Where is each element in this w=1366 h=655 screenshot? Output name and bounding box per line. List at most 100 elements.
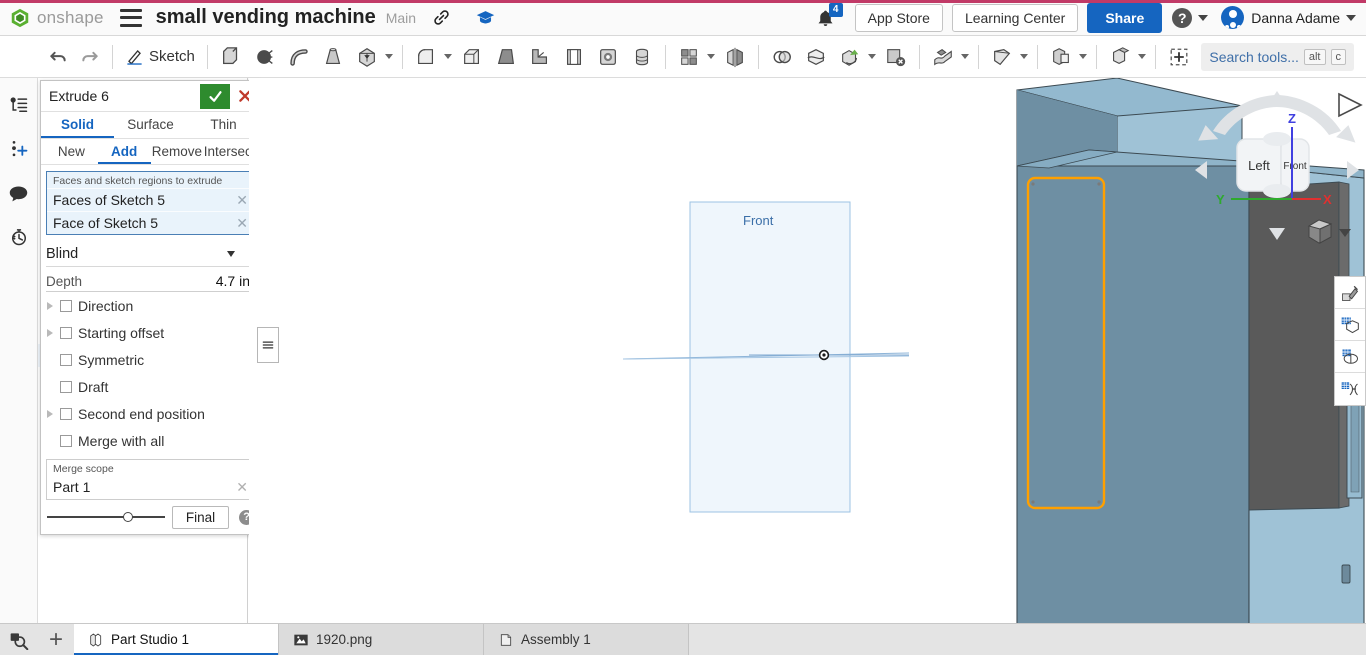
merge-scope-row[interactable]: Part 1 ✕ xyxy=(47,475,254,499)
extrude-option-draft[interactable]: Draft xyxy=(41,373,260,400)
hole-icon[interactable] xyxy=(591,40,625,74)
transform-icon[interactable] xyxy=(833,40,867,74)
sheet-metal-icon[interactable] xyxy=(926,40,960,74)
rib-icon[interactable] xyxy=(523,40,557,74)
depth-field[interactable]: Depth 4.7 in xyxy=(46,273,250,292)
extrude-op-tab-add[interactable]: Add xyxy=(98,139,151,164)
thicken-icon[interactable] xyxy=(350,40,384,74)
derived-icon[interactable] xyxy=(1044,40,1078,74)
sweep-icon[interactable] xyxy=(282,40,316,74)
appearance-icon[interactable] xyxy=(1335,277,1365,309)
add-tab-button[interactable]: + xyxy=(38,624,74,655)
comments-icon[interactable] xyxy=(2,176,36,210)
checkbox[interactable] xyxy=(60,408,72,420)
extrude-option-starting-offset[interactable]: Starting offset xyxy=(41,319,260,346)
extrude-type-tab-surface[interactable]: Surface xyxy=(114,112,187,138)
help-chevron-down-icon[interactable] xyxy=(1198,15,1208,21)
search-tab-icon[interactable] xyxy=(0,624,38,655)
plane-chevron-down-icon[interactable] xyxy=(1020,54,1028,59)
user-name-label[interactable]: Danna Adame xyxy=(1251,10,1340,26)
merge-scope-remove-icon[interactable]: ✕ xyxy=(236,479,248,496)
split-icon[interactable] xyxy=(799,40,833,74)
context-mini-menu[interactable] xyxy=(257,327,279,363)
plane-icon[interactable] xyxy=(985,40,1019,74)
pattern-icon[interactable] xyxy=(672,40,706,74)
thicken-chevron-down-icon[interactable] xyxy=(385,54,393,59)
view-cube[interactable]: Left Front Z X Y xyxy=(1189,83,1365,255)
document-tab[interactable]: Assembly 1 xyxy=(484,624,689,655)
document-tab[interactable]: Part Studio 1 xyxy=(74,624,279,655)
extrude-type-tab-solid[interactable]: Solid xyxy=(41,112,114,138)
user-chevron-down-icon[interactable] xyxy=(1346,15,1356,21)
insert-part-icon[interactable] xyxy=(1162,40,1196,74)
app-store-button[interactable]: App Store xyxy=(855,4,943,32)
slider-knob[interactable] xyxy=(123,512,133,522)
onshape-logo-icon[interactable] xyxy=(9,7,31,29)
derived-chevron-down-icon[interactable] xyxy=(1079,54,1087,59)
checkbox[interactable] xyxy=(60,354,72,366)
explode-icon[interactable] xyxy=(1335,373,1365,405)
section-view-icon[interactable] xyxy=(1335,341,1365,373)
merge-scope-box[interactable]: Merge scope Part 1 ✕ xyxy=(46,459,255,500)
extrude-option-merge-with-all[interactable]: Merge with all xyxy=(41,427,260,454)
hamburger-icon[interactable] xyxy=(120,9,142,27)
redo-icon[interactable] xyxy=(74,40,106,74)
rollback-slider[interactable] xyxy=(47,510,164,524)
share-button[interactable]: Share xyxy=(1087,3,1162,33)
draft-icon[interactable] xyxy=(489,40,523,74)
confirm-button[interactable] xyxy=(200,84,230,109)
extrude-query-box[interactable]: Faces and sketch regions to extrude Face… xyxy=(46,171,255,235)
delete-face-icon[interactable] xyxy=(879,40,913,74)
loft-icon[interactable] xyxy=(316,40,350,74)
pattern-chevron-down-icon[interactable] xyxy=(707,54,715,59)
chamfer-icon[interactable] xyxy=(455,40,489,74)
learning-center-button[interactable]: Learning Center xyxy=(952,4,1078,32)
end-condition-select[interactable]: Blind xyxy=(46,242,255,267)
extrude-option-second-end-position[interactable]: Second end position xyxy=(41,400,260,427)
extrude-query-item[interactable]: Faces of Sketch 5✕ xyxy=(47,188,254,211)
shell-icon[interactable] xyxy=(557,40,591,74)
composite-part-icon[interactable] xyxy=(1103,40,1137,74)
sketch-button[interactable]: Sketch xyxy=(119,40,201,74)
transform-chevron-down-icon[interactable] xyxy=(868,54,876,59)
help-icon[interactable]: ? xyxy=(1172,8,1192,28)
revolve-icon[interactable] xyxy=(248,40,282,74)
link-icon[interactable] xyxy=(430,7,452,29)
checkbox[interactable] xyxy=(60,300,72,312)
checkbox[interactable] xyxy=(60,327,72,339)
document-title[interactable]: small vending machine xyxy=(156,6,376,29)
fillet-chevron-down-icon[interactable] xyxy=(444,54,452,59)
history-icon[interactable] xyxy=(2,220,36,254)
avatar[interactable] xyxy=(1221,6,1244,29)
extrude-option-symmetric[interactable]: Symmetric xyxy=(41,346,260,373)
boolean-icon[interactable] xyxy=(765,40,799,74)
extrude-op-tab-remove[interactable]: Remove xyxy=(151,139,204,164)
depth-value[interactable]: 4.7 in xyxy=(216,273,250,289)
notifications-button[interactable]: 4 xyxy=(815,6,841,30)
graphics-viewport[interactable]: Front xyxy=(249,78,1366,623)
document-tab[interactable]: 1920.png xyxy=(279,624,484,655)
fillet-icon[interactable] xyxy=(409,40,443,74)
expand-chevron-right-icon[interactable] xyxy=(47,329,53,337)
display-state-icon[interactable] xyxy=(1335,309,1365,341)
checkbox[interactable] xyxy=(60,435,72,447)
expand-chevron-right-icon[interactable] xyxy=(47,410,53,418)
composite-chevron-down-icon[interactable] xyxy=(1138,54,1146,59)
add-variable-icon[interactable] xyxy=(2,132,36,166)
feature-list-icon[interactable] xyxy=(2,88,36,122)
mirror-icon[interactable] xyxy=(718,40,752,74)
extrude-icon[interactable] xyxy=(214,40,248,74)
thread-icon[interactable] xyxy=(625,40,659,74)
extrude-query-item[interactable]: Face of Sketch 5✕ xyxy=(47,211,254,234)
branch-label[interactable]: Main xyxy=(386,10,416,26)
graduation-cap-icon[interactable] xyxy=(474,7,496,29)
extrude-option-direction[interactable]: Direction xyxy=(41,292,260,319)
undo-icon[interactable] xyxy=(42,40,74,74)
extrude-query-remove-icon[interactable]: ✕ xyxy=(236,192,248,209)
final-button[interactable]: Final xyxy=(172,506,229,529)
extrude-query-remove-icon[interactable]: ✕ xyxy=(236,215,248,232)
search-tools-button[interactable]: Search tools... alt c xyxy=(1201,43,1354,71)
extrude-op-tab-new[interactable]: New xyxy=(45,139,98,164)
expand-chevron-right-icon[interactable] xyxy=(47,302,53,310)
checkbox[interactable] xyxy=(60,381,72,393)
